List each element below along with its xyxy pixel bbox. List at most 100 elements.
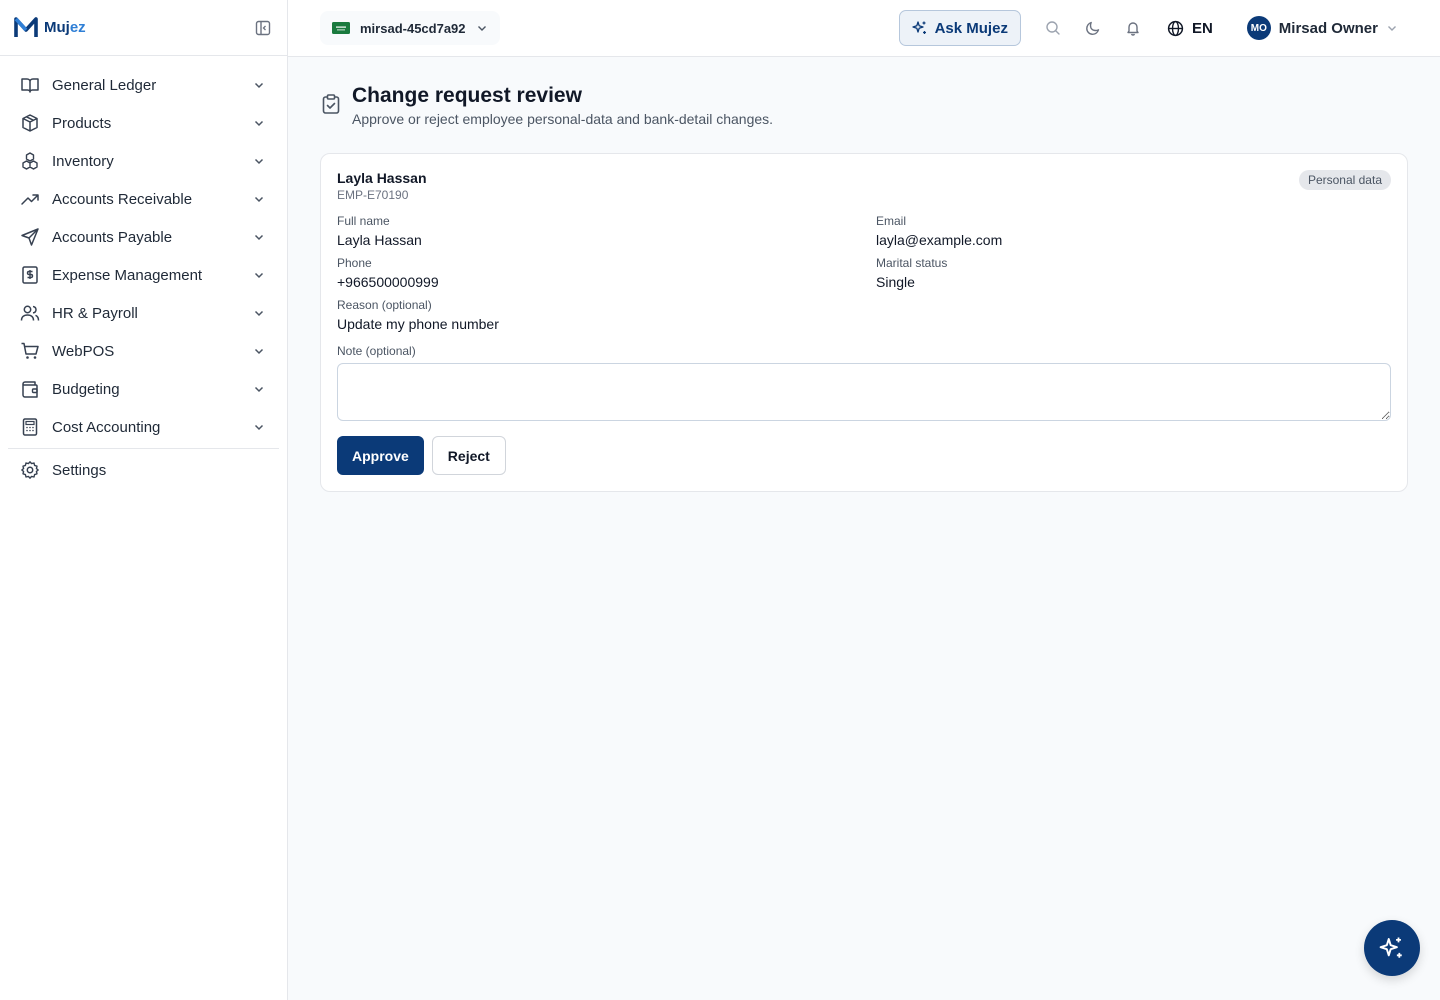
field-reason: Reason (optional) Update my phone number xyxy=(337,298,876,332)
notifications-button[interactable] xyxy=(1113,10,1153,46)
send-icon xyxy=(20,227,40,247)
saudi-flag-icon xyxy=(332,22,350,34)
chevron-down-icon xyxy=(251,229,267,245)
ask-mujez-button[interactable]: Ask Mujez xyxy=(898,10,1021,46)
trending-up-icon xyxy=(20,189,40,209)
sidebar-item-accounts-receivable[interactable]: Accounts Receivable xyxy=(8,180,279,218)
chevron-down-icon xyxy=(251,115,267,131)
sidebar-item-label: HR & Payroll xyxy=(52,304,138,322)
organization-name: mirsad-45cd7a92 xyxy=(360,20,466,36)
logo-text: Mujez xyxy=(44,19,86,36)
chevron-down-icon xyxy=(251,77,267,93)
language-selector[interactable]: EN xyxy=(1153,20,1225,37)
sidebar-item-inventory[interactable]: Inventory xyxy=(8,142,279,180)
chevron-down-icon xyxy=(251,343,267,359)
theme-toggle-button[interactable] xyxy=(1073,10,1113,46)
field-phone: Phone +966500000999 xyxy=(337,256,876,290)
boxes-icon xyxy=(20,151,40,171)
field-marital-status: Marital status Single xyxy=(876,256,1391,290)
sidebar-item-products[interactable]: Products xyxy=(8,104,279,142)
sidebar-item-label: Inventory xyxy=(52,152,114,170)
user-name: Mirsad Owner xyxy=(1278,19,1378,37)
calculator-icon xyxy=(20,417,40,437)
field-full-name: Full name Layla Hassan xyxy=(337,214,876,248)
user-menu[interactable]: MO Mirsad Owner xyxy=(1225,16,1398,40)
employee-name: Layla Hassan xyxy=(337,170,427,186)
note-textarea[interactable] xyxy=(337,363,1391,421)
chevron-down-icon xyxy=(251,305,267,321)
sidebar-item-general-ledger[interactable]: General Ledger xyxy=(8,66,279,104)
request-type-badge: Personal data xyxy=(1298,170,1391,190)
clipboard-check-icon xyxy=(322,94,340,114)
sidebar-item-label: Accounts Payable xyxy=(52,228,173,246)
gear-icon xyxy=(20,460,40,480)
sparkles-icon xyxy=(1379,937,1402,958)
field-label: Phone xyxy=(337,256,372,270)
sidebar-item-label: Expense Management xyxy=(52,266,203,284)
sidebar-header: Mujez xyxy=(0,0,287,56)
field-label: Reason (optional) xyxy=(337,298,432,312)
reject-button[interactable]: Reject xyxy=(431,436,506,475)
sidebar-item-expense-management[interactable]: Expense Management xyxy=(8,256,279,294)
sidebar-item-label: Budgeting xyxy=(52,380,120,398)
sidebar-item-accounts-payable[interactable]: Accounts Payable xyxy=(8,218,279,256)
chevron-down-icon xyxy=(477,26,486,31)
field-label: Email xyxy=(876,214,907,228)
field-value: +966500000999 xyxy=(337,274,439,290)
app-logo[interactable]: Mujez xyxy=(14,16,86,39)
sidebar-item-settings[interactable]: Settings xyxy=(8,451,279,489)
chevron-down-icon xyxy=(251,419,267,435)
sidebar-item-label: WebPOS xyxy=(52,342,115,360)
avatar: MO xyxy=(1246,16,1271,40)
sidebar-nav: General Ledger Products Inventory Accoun… xyxy=(0,56,287,489)
request-fields: Full name Layla Hassan Email layla@examp… xyxy=(337,214,1391,332)
chevron-down-icon xyxy=(251,153,267,169)
sidebar-item-label: Accounts Receivable xyxy=(52,190,193,208)
search-button[interactable] xyxy=(1033,10,1073,46)
field-label: Marital status xyxy=(876,256,948,270)
sidebar: Mujez General Ledger Products Inventory … xyxy=(0,0,288,1000)
sidebar-item-label: Products xyxy=(52,114,112,132)
change-request-card: Layla Hassan EMP-E70190 Personal data Fu… xyxy=(320,153,1408,492)
topbar-actions: Ask Mujez EN MO Mirsad Owner xyxy=(898,10,1398,46)
sidebar-item-webpos[interactable]: WebPOS xyxy=(8,332,279,370)
field-value: Update my phone number xyxy=(337,316,499,332)
main-content: Change request review Approve or reject … xyxy=(288,57,1440,1000)
topbar: mirsad-45cd7a92 Ask Mujez EN MO Mirsad O… xyxy=(288,0,1440,57)
page-title: Change request review xyxy=(352,84,582,107)
field-label: Full name xyxy=(337,214,390,228)
globe-icon xyxy=(1167,20,1184,36)
ai-assistant-fab[interactable] xyxy=(1364,920,1420,976)
employee-id: EMP-E70190 xyxy=(337,188,409,202)
page-header: Change request review Approve or reject … xyxy=(320,83,1408,127)
field-email: Email layla@example.com xyxy=(876,214,1391,248)
logo-mark-icon xyxy=(14,16,38,37)
chevron-down-icon xyxy=(251,191,267,207)
organization-switcher[interactable]: mirsad-45cd7a92 xyxy=(320,11,500,45)
chevron-down-icon xyxy=(251,381,267,397)
sidebar-collapse-button[interactable] xyxy=(253,18,273,38)
sidebar-item-label: General Ledger xyxy=(52,76,157,94)
sidebar-item-hr-payroll[interactable]: HR & Payroll xyxy=(8,294,279,332)
field-value: Single xyxy=(876,274,915,290)
package-icon xyxy=(20,113,40,133)
field-value: Layla Hassan xyxy=(337,232,422,248)
language-label: EN xyxy=(1191,19,1213,37)
sidebar-item-label: Settings xyxy=(52,461,107,479)
shopping-cart-icon xyxy=(20,341,40,361)
chevron-down-icon xyxy=(1388,26,1396,31)
ask-mujez-label: Ask Mujez xyxy=(934,19,1008,37)
book-open-icon xyxy=(20,75,40,95)
sidebar-item-cost-accounting[interactable]: Cost Accounting xyxy=(8,408,279,446)
sidebar-item-label: Cost Accounting xyxy=(52,418,161,436)
sidebar-divider xyxy=(8,448,279,449)
receipt-dollar-icon xyxy=(20,265,40,285)
request-actions: Approve Reject xyxy=(337,436,1391,475)
sparkles-icon xyxy=(911,21,926,34)
approve-button[interactable]: Approve xyxy=(337,436,424,475)
panel-left-icon xyxy=(255,20,271,35)
wallet-icon xyxy=(20,379,40,399)
search-icon xyxy=(1046,21,1060,35)
page-subtitle: Approve or reject employee personal-data… xyxy=(352,111,774,127)
sidebar-item-budgeting[interactable]: Budgeting xyxy=(8,370,279,408)
